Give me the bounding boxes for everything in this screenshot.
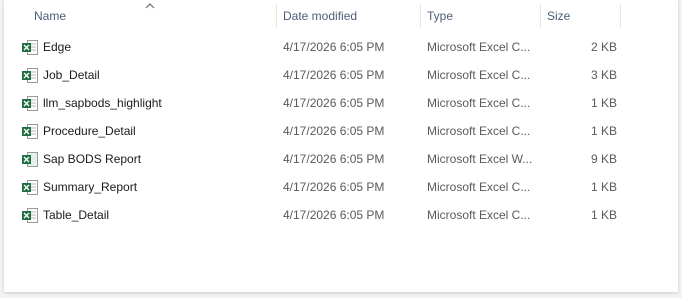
file-name: Table_Detail: [43, 208, 110, 222]
column-header-type[interactable]: Type: [421, 0, 539, 32]
file-date-modified: 4/17/2026 6:05 PM: [283, 40, 385, 54]
file-date-modified: 4/17/2026 6:05 PM: [283, 152, 385, 166]
file-row[interactable]: Sap BODS Report 4/17/2026 6:05 PM Microsof…: [18, 145, 638, 173]
file-name: Job_Detail: [43, 68, 100, 82]
file-size: 1 KB: [590, 96, 617, 110]
file-date-modified: 4/17/2026 6:05 PM: [283, 180, 385, 194]
file-list-pane: Name Date modified Type Size Edge 4/17/20…: [4, 0, 678, 292]
excel-csv-icon: [22, 96, 38, 111]
column-header-size[interactable]: Size: [541, 0, 619, 32]
excel-csv-icon: [22, 208, 38, 223]
file-name: Sap BODS Report: [43, 152, 142, 166]
excel-csv-icon: [22, 68, 38, 83]
file-type: Microsoft Excel C...: [427, 68, 531, 82]
file-row[interactable]: Table_Detail 4/17/2026 6:05 PM Microsoft E…: [18, 201, 638, 229]
file-row[interactable]: Procedure_Detail 4/17/2026 6:05 PM Microso…: [18, 117, 638, 145]
file-type: Microsoft Excel W...: [427, 152, 533, 166]
file-size: 1 KB: [590, 208, 617, 222]
column-header-name[interactable]: Name: [28, 0, 276, 32]
file-name: Edge: [43, 40, 72, 54]
file-date-modified: 4/17/2026 6:05 PM: [283, 208, 385, 222]
file-row[interactable]: llm_sapbods_highlight 4/17/2026 6:05 PM Mi…: [18, 89, 638, 117]
file-date-modified: 4/17/2026 6:05 PM: [283, 68, 385, 82]
column-header-bar: Name Date modified Type Size: [4, 0, 678, 32]
file-type: Microsoft Excel C...: [427, 180, 531, 194]
file-size: 1 KB: [590, 124, 617, 138]
file-size: 1 KB: [590, 180, 617, 194]
file-size: 2 KB: [590, 40, 617, 54]
file-name: llm_sapbods_highlight: [43, 96, 162, 110]
excel-csv-icon: [22, 180, 38, 195]
file-name: Summary_Report: [43, 180, 138, 194]
file-size: 9 KB: [590, 152, 617, 166]
excel-csv-icon: [22, 124, 38, 139]
file-date-modified: 4/17/2026 6:05 PM: [283, 124, 385, 138]
file-type: Microsoft Excel C...: [427, 96, 531, 110]
file-row[interactable]: Job_Detail 4/17/2026 6:05 PM Microsoft Exc…: [18, 61, 638, 89]
file-type: Microsoft Excel C...: [427, 40, 531, 54]
file-row[interactable]: Edge 4/17/2026 6:05 PM Microsoft Excel C..…: [18, 33, 638, 61]
excel-csv-icon: [22, 40, 38, 55]
file-row[interactable]: Summary_Report 4/17/2026 6:05 PM Microsoft…: [18, 173, 638, 201]
file-name: Procedure_Detail: [43, 124, 136, 138]
file-type: Microsoft Excel C...: [427, 208, 531, 222]
file-date-modified: 4/17/2026 6:05 PM: [283, 96, 385, 110]
file-type: Microsoft Excel C...: [427, 124, 531, 138]
column-divider[interactable]: [620, 4, 621, 28]
column-header-date-modified[interactable]: Date modified: [277, 0, 419, 32]
file-size: 3 KB: [590, 68, 617, 82]
excel-workbook-icon: [22, 152, 38, 167]
